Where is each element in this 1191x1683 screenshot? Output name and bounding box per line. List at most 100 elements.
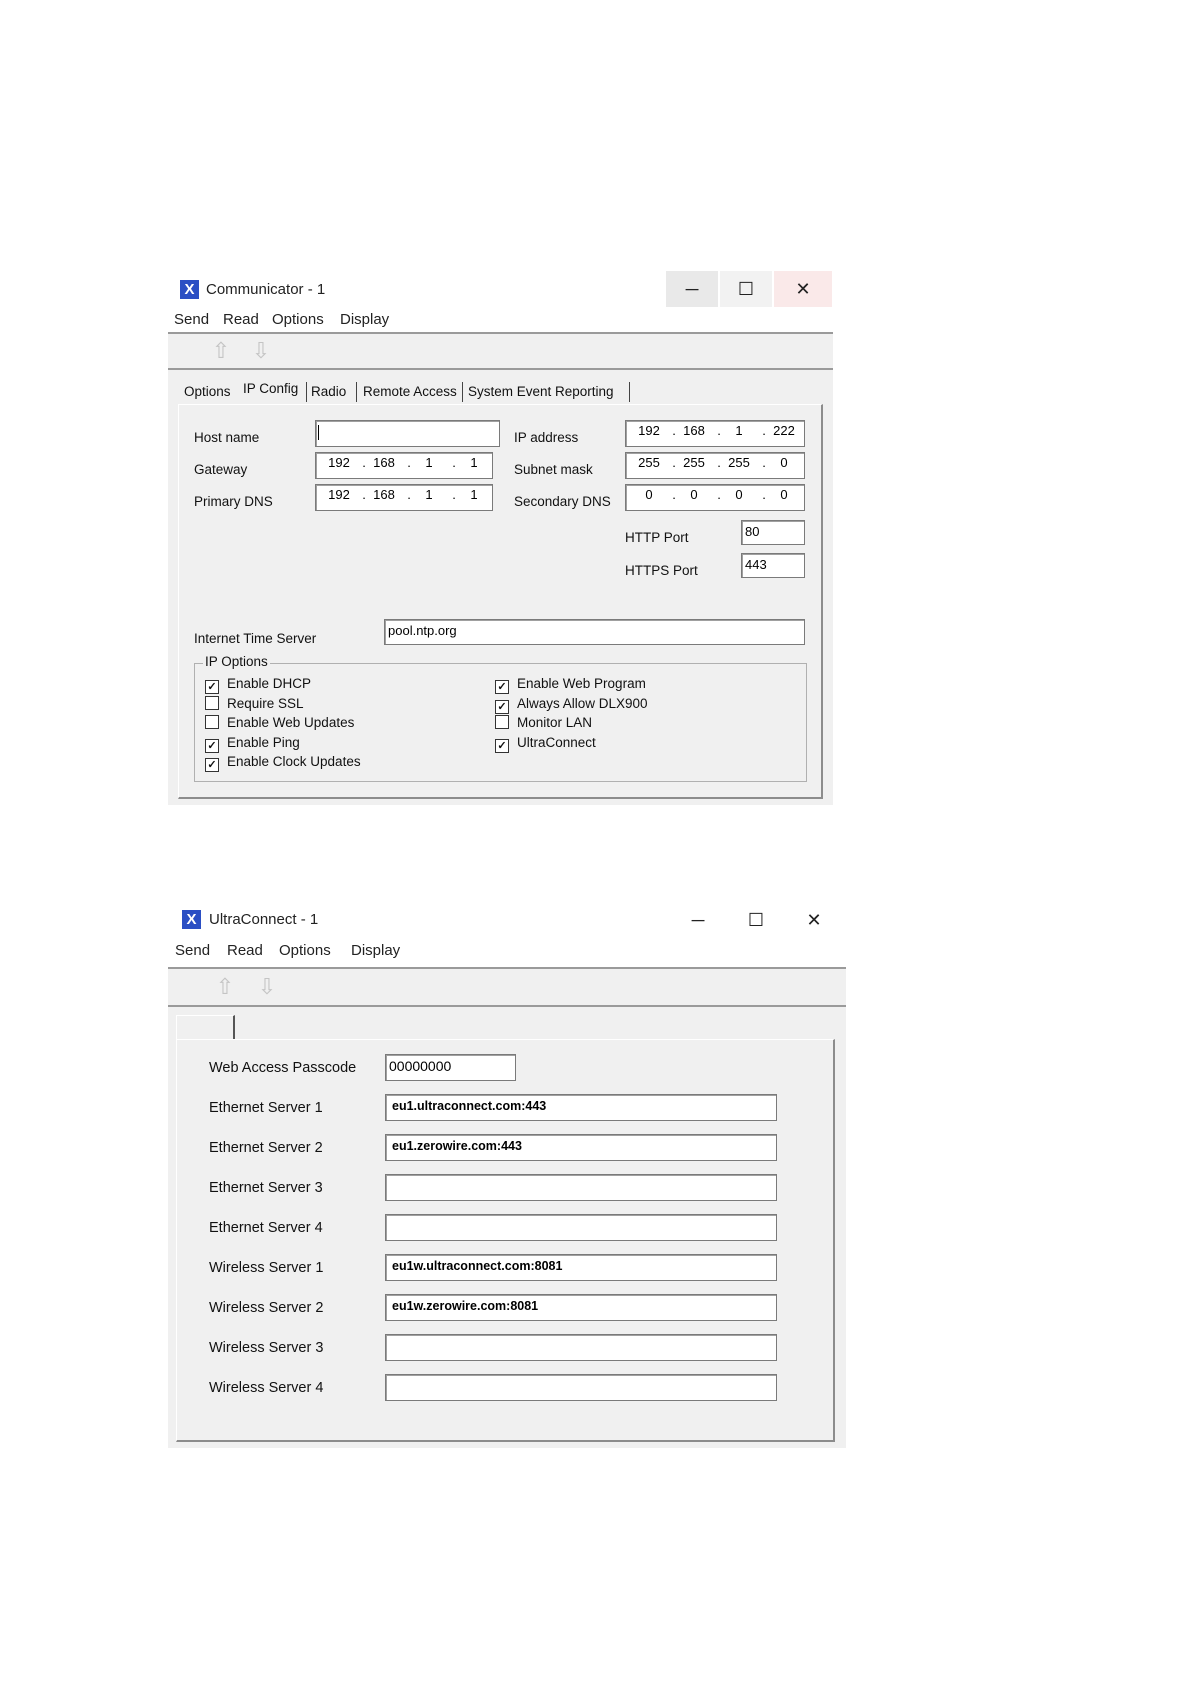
wireless-server-4-label: Wireless Server 4 [209, 1380, 324, 1396]
octet: 192 [328, 455, 350, 470]
checkbox-box[interactable]: ✓ [205, 680, 219, 694]
ethernet-server-4-label: Ethernet Server 4 [209, 1220, 323, 1236]
checkbox-ultraconnect[interactable]: ✓ UltraConnect [495, 735, 596, 753]
menu-options[interactable]: Options [272, 311, 324, 328]
wireless-server-3-input[interactable] [385, 1334, 777, 1361]
ultraconnect-panel: Web Access Passcode 00000000 Ethernet Serv… [176, 1039, 835, 1442]
checkbox-label: Always Allow DLX900 [517, 695, 648, 711]
ethernet-server-1-input[interactable]: eu1.ultraconnect.com:443 [385, 1094, 777, 1121]
tab-system-event-reporting[interactable]: System Event Reporting [468, 384, 614, 399]
tab-separator [462, 382, 463, 402]
octet: 0 [645, 487, 653, 502]
internet-time-server-input[interactable]: pool.ntp.org [384, 619, 805, 645]
checkbox-enable-web-updates[interactable]: Enable Web Updates [205, 715, 354, 730]
checkbox-box[interactable]: ✓ [495, 699, 509, 714]
checkbox-enable-clock-updates[interactable]: ✓ Enable Clock Updates [205, 754, 361, 772]
octet-dot: . [762, 487, 766, 502]
checkbox-box[interactable]: ✓ [495, 738, 509, 753]
secondary-dns-input[interactable]: 0 . 0 . 0 . 0 [625, 484, 805, 511]
ethernet-server-3-input[interactable] [385, 1174, 777, 1201]
tab-separator [306, 382, 307, 402]
gateway-input[interactable]: 192 . 168 . 1 . 1 [315, 452, 493, 479]
octet-dot: . [717, 423, 721, 438]
checkbox-enable-dhcp[interactable]: ✓ Enable DHCP [205, 676, 311, 694]
http-port-input[interactable]: 80 [741, 520, 805, 545]
maximize-button[interactable]: ☐ [720, 271, 772, 307]
wireless-server-1-input[interactable]: eu1w.ultraconnect.com:8081 [385, 1254, 777, 1281]
tab-options[interactable]: Options [184, 384, 231, 399]
wireless-server-3-label: Wireless Server 3 [209, 1340, 324, 1356]
minimize-button[interactable]: ─ [672, 902, 724, 938]
wireless-server-4-input[interactable] [385, 1374, 777, 1401]
octet-dot: . [407, 455, 411, 470]
octet: 1 [425, 455, 433, 470]
octet-dot: . [762, 455, 766, 470]
title-bar[interactable]: X UltraConnect - 1 ─ ☐ ✕ [168, 900, 846, 940]
ip-address-input[interactable]: 192 . 168 . 1 . 222 [625, 420, 805, 447]
close-button[interactable]: ✕ [774, 271, 832, 307]
close-button[interactable]: ✕ [788, 902, 840, 938]
upload-icon[interactable]: ⇧ [215, 975, 235, 999]
checkbox-box[interactable]: ✓ [205, 758, 219, 772]
wireless-server-2-input[interactable]: eu1w.zerowire.com:8081 [385, 1294, 777, 1321]
primary-dns-input[interactable]: 192 . 168 . 1 . 1 [315, 484, 493, 511]
menu-send[interactable]: Send [174, 311, 209, 328]
app-icon: X [182, 910, 201, 929]
tab-ip-config[interactable]: IP Config [243, 381, 298, 396]
menu-options[interactable]: Options [279, 942, 331, 959]
secondary-dns-label: Secondary DNS [514, 494, 611, 509]
checkbox-box[interactable]: ✓ [495, 680, 509, 694]
checkbox-box[interactable] [205, 715, 219, 729]
ethernet-server-4-input[interactable] [385, 1214, 777, 1241]
menu-send[interactable]: Send [175, 942, 210, 959]
tab-separator [356, 382, 357, 402]
menu-display[interactable]: Display [340, 311, 389, 328]
octet: 1 [735, 423, 743, 438]
window-title: UltraConnect - 1 [209, 911, 319, 928]
octet: 168 [683, 423, 705, 438]
download-icon[interactable]: ⇩ [251, 339, 271, 363]
web-access-passcode-input[interactable]: 00000000 [385, 1054, 516, 1081]
wireless-server-2-label: Wireless Server 2 [209, 1300, 324, 1316]
host-name-input[interactable] [315, 420, 500, 447]
checkbox-always-allow-dlx900[interactable]: ✓ Always Allow DLX900 [495, 696, 648, 714]
checkbox-box[interactable] [205, 695, 219, 710]
checkbox-enable-ping[interactable]: ✓ Enable Ping [205, 735, 300, 753]
title-bar[interactable]: X Communicator - 1 ─ ☐ ✕ [168, 270, 833, 310]
tab-blank[interactable] [176, 1015, 235, 1040]
octet-dot: . [717, 455, 721, 470]
ip-options-title: IP Options [203, 654, 270, 669]
primary-dns-label: Primary DNS [194, 494, 273, 509]
octet-dot: . [362, 487, 366, 502]
menu-read[interactable]: Read [227, 942, 263, 959]
app-icon: X [180, 280, 199, 299]
tab-remote-access[interactable]: Remote Access [363, 384, 457, 399]
octet-dot: . [452, 455, 456, 470]
checkbox-box[interactable] [495, 715, 509, 729]
subnet-mask-input[interactable]: 255 . 255 . 255 . 0 [625, 452, 805, 479]
checkbox-label: Enable DHCP [227, 676, 312, 691]
minimize-button[interactable]: ─ [666, 271, 718, 307]
checkbox-enable-web-program[interactable]: ✓ Enable Web Program [495, 676, 646, 694]
https-port-input[interactable]: 443 [741, 553, 805, 578]
octet: 168 [373, 455, 395, 470]
tab-separator [629, 382, 630, 402]
checkbox-monitor-lan[interactable]: Monitor LAN [495, 715, 592, 730]
maximize-button[interactable]: ☐ [730, 902, 782, 938]
checkbox-box[interactable]: ✓ [205, 738, 219, 753]
ip-config-panel: Host name Gateway 192 . 168 . 1 . 1 Prim… [178, 404, 823, 799]
text-caret [318, 425, 319, 440]
checkbox-label: Require SSL [227, 695, 304, 711]
checkbox-require-ssl[interactable]: Require SSL [205, 695, 304, 711]
ethernet-server-2-input[interactable]: eu1.zerowire.com:443 [385, 1134, 777, 1161]
menu-read[interactable]: Read [223, 311, 259, 328]
menu-display[interactable]: Display [351, 942, 400, 959]
https-port-label: HTTPS Port [625, 563, 698, 578]
octet: 0 [690, 487, 698, 502]
communicator-window: X Communicator - 1 ─ ☐ ✕ Send Read Optio… [168, 270, 833, 805]
upload-icon[interactable]: ⇧ [211, 339, 231, 363]
download-icon[interactable]: ⇩ [257, 975, 277, 999]
ip-options-group: IP Options ✓ Enable DHCP Require SSL Enable… [194, 654, 807, 782]
octet-dot: . [672, 423, 676, 438]
tab-radio[interactable]: Radio [311, 384, 346, 399]
